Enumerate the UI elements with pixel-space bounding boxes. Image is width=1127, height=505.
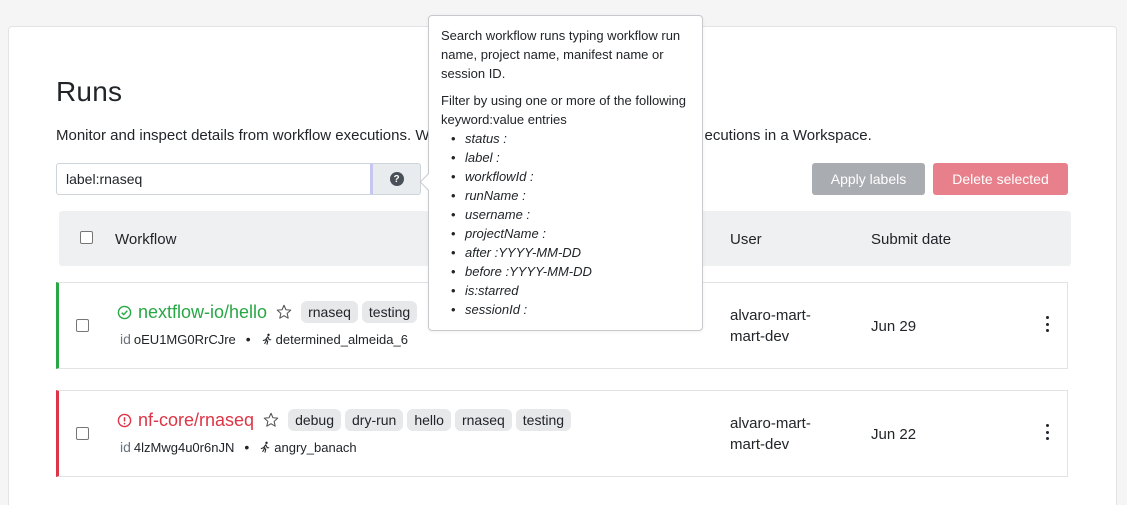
keyword-item: username : [451, 205, 690, 224]
id-label: id [120, 439, 131, 455]
submit-date-cell: Jun 29 [871, 318, 917, 335]
apply-labels-button[interactable]: Apply labels [812, 163, 925, 195]
label-tag[interactable]: dry-run [345, 409, 404, 431]
label-tag[interactable]: rnaseq [301, 301, 358, 323]
run-name: angry_banach [274, 439, 357, 455]
workflow-name-link[interactable]: nf-core/rnaseq [138, 410, 254, 431]
header-user: User [730, 231, 762, 248]
separator-dot: • [244, 439, 250, 455]
user-cell: alvaro-mart- mart-dev [730, 415, 811, 453]
search-help-button[interactable]: ? [373, 163, 421, 195]
page-title: Runs [56, 76, 123, 107]
search-group: ? [56, 163, 421, 195]
row-checkbox[interactable] [76, 319, 89, 332]
submit-date-cell: Jun 22 [871, 426, 917, 443]
keyword-item: workflowId : [451, 167, 690, 186]
more-options-icon[interactable] [1043, 424, 1051, 440]
delete-selected-button[interactable]: Delete selected [933, 163, 1068, 195]
keyword-item: after :YYYY-MM-DD [451, 243, 690, 262]
tooltip-keyword-list: status : label : workflowId : runName : … [441, 129, 690, 319]
search-input[interactable] [56, 163, 373, 195]
workflow-name-link[interactable]: nextflow-io/hello [138, 302, 267, 323]
run-name: determined_almeida_6 [275, 331, 408, 347]
id-label: id [120, 331, 131, 347]
select-all-checkbox[interactable] [80, 231, 93, 244]
table-row[interactable]: nf-core/rnaseq debug dry-run hello rnase… [56, 390, 1068, 477]
row-checkbox[interactable] [76, 427, 89, 440]
keyword-item: projectName : [451, 224, 690, 243]
label-tag[interactable]: debug [288, 409, 341, 431]
label-tag[interactable]: rnaseq [454, 409, 512, 431]
keyword-item: is:starred [451, 281, 690, 300]
label-tag[interactable]: testing [515, 409, 572, 431]
search-help-tooltip: Search workflow runs typing workflow run… [419, 15, 703, 331]
exclamation-circle-icon [117, 413, 132, 427]
header-workflow: Workflow [115, 231, 177, 248]
star-icon[interactable] [275, 303, 293, 321]
star-icon[interactable] [262, 411, 280, 429]
user-cell: alvaro-mart- mart-dev [730, 307, 811, 345]
keyword-item: status : [451, 129, 690, 148]
label-tag[interactable]: testing [361, 301, 418, 323]
header-submit-date: Submit date [871, 231, 952, 248]
run-id: oEU1MG0RrCJre [133, 331, 236, 347]
label-tag[interactable]: hello [407, 409, 451, 431]
run-id: 4lzMwg4u0r6nJN [133, 439, 235, 455]
runner-icon [262, 333, 271, 345]
tooltip-intro: Search workflow runs typing workflow run… [441, 28, 681, 81]
tooltip-filter-intro: Filter by using one or more of the follo… [441, 93, 686, 127]
keyword-item: label : [451, 148, 690, 167]
runner-icon [260, 441, 270, 453]
check-circle-icon [117, 305, 132, 319]
keyword-item: runName : [451, 186, 690, 205]
keyword-item: sessionId : [451, 300, 690, 319]
question-circle-icon: ? [389, 172, 404, 186]
more-options-icon[interactable] [1043, 316, 1051, 332]
keyword-item: before :YYYY-MM-DD [451, 262, 690, 281]
separator-dot: • [245, 331, 251, 347]
